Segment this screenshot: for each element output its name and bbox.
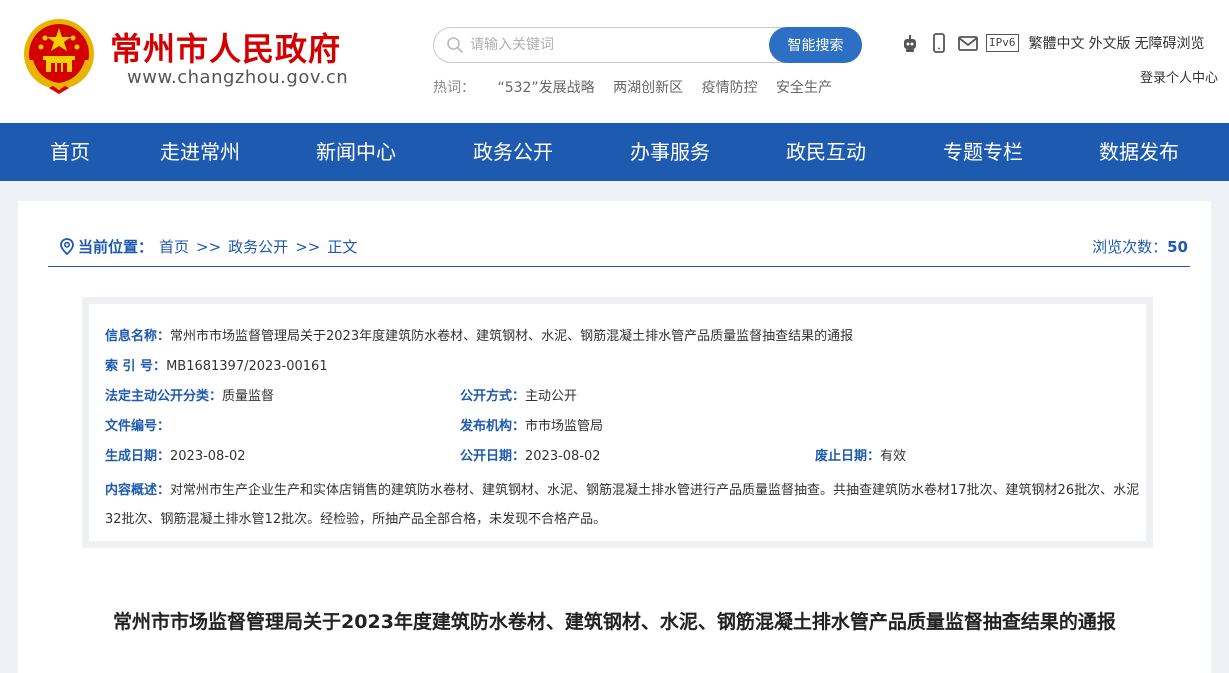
info-method-value: 主动公开 <box>525 389 578 404</box>
info-method-label: 公开方式： <box>460 389 526 404</box>
info-publisher-label: 发布机构： <box>460 419 526 434</box>
info-category-label: 法定主动公开分类： <box>105 389 223 404</box>
accessible-browse-link[interactable]: 无障碍浏览 <box>1135 33 1205 53</box>
info-published-row: 公开日期：2023-08-02 <box>460 445 601 464</box>
hotwords-label: 热词： <box>433 80 475 96</box>
nav-item-data[interactable]: 数据发布 <box>1089 123 1189 181</box>
info-publisher-row: 发布机构：市市场监管局 <box>460 415 603 434</box>
nav-item-news[interactable]: 新闻中心 <box>306 123 406 181</box>
hotword-link[interactable]: “532”发展战略 <box>497 80 594 96</box>
info-table: 信息名称：常州市市场监督管理局关于2023年度建筑防水卷材、建筑钢材、水泥、钢筋… <box>82 297 1153 548</box>
main-nav: 首页 走进常州 新闻中心 政务公开 办事服务 政民互动 专题专栏 数据发布 <box>0 123 1229 181</box>
info-summary-value: 对常州市生产企业生产和实体店销售的建筑防水卷材、建筑钢材、水泥、钢筋混凝土排水管… <box>105 483 1140 527</box>
site-title[interactable]: 常州市人民政府 <box>110 24 341 70</box>
content-panel: 当前位置： 首页 >> 政务公开 >> 正文 浏览次数：50 信息名称：常州市市… <box>18 201 1211 673</box>
foreign-version-link[interactable]: 外文版 <box>1089 33 1131 53</box>
hotword-link[interactable]: 疫情防控 <box>702 80 758 96</box>
info-index-label: 索 引 号： <box>105 359 167 374</box>
breadcrumb-label: 当前位置： <box>78 238 154 256</box>
info-published-value: 2023-08-02 <box>525 449 601 464</box>
smart-search-button[interactable]: 智能搜索 <box>769 27 862 63</box>
info-index-value: MB1681397/2023-00161 <box>166 359 328 374</box>
breadcrumb-gov-affairs[interactable]: 政务公开 <box>228 236 288 257</box>
national-emblem-icon[interactable] <box>21 16 97 96</box>
hotword-link[interactable]: 两湖创新区 <box>613 80 683 96</box>
view-count-label: 浏览次数： <box>1092 238 1168 256</box>
article-title: 常州市市场监督管理局关于2023年度建筑防水卷材、建筑钢材、水泥、钢筋混凝土排水… <box>113 611 1116 633</box>
nav-item-interaction[interactable]: 政民互动 <box>776 123 876 181</box>
info-name-label: 信息名称： <box>105 329 171 344</box>
info-method-row: 公开方式：主动公开 <box>460 385 577 404</box>
nav-item-gov-affairs[interactable]: 政务公开 <box>463 123 563 181</box>
info-created-label: 生成日期： <box>105 449 171 464</box>
breadcrumb-home[interactable]: 首页 <box>159 236 189 257</box>
ipv6-badge: IPv6 <box>986 34 1019 52</box>
info-created-row: 生成日期：2023-08-02 <box>105 445 246 464</box>
info-summary-label: 内容概述： <box>105 483 171 498</box>
search-box: 智能搜索 <box>433 27 862 63</box>
site-url: www.changzhou.gov.cn <box>127 67 349 88</box>
info-docno-label: 文件编号： <box>105 419 171 434</box>
info-name-row: 信息名称：常州市市场监督管理局关于2023年度建筑防水卷材、建筑钢材、水泥、钢筋… <box>105 325 853 344</box>
breadcrumb: 当前位置： 首页 >> 政务公开 >> 正文 <box>60 236 357 257</box>
search-icon <box>447 37 463 53</box>
site-header: 常州市人民政府 www.changzhou.gov.cn 智能搜索 热词： “5… <box>0 0 1229 123</box>
view-count-value: 50 <box>1167 238 1188 256</box>
breadcrumb-separator: >> <box>295 237 321 256</box>
nav-item-home[interactable]: 首页 <box>30 123 110 181</box>
nav-item-topics[interactable]: 专题专栏 <box>933 123 1033 181</box>
hotword-link[interactable]: 安全生产 <box>776 80 832 96</box>
info-published-label: 公开日期： <box>460 449 526 464</box>
info-created-value: 2023-08-02 <box>170 449 246 464</box>
mail-icon[interactable] <box>957 32 979 54</box>
breadcrumb-separator: >> <box>196 237 222 256</box>
header-tools: IPv6 繁體中文 外文版 无障碍浏览 <box>899 31 1205 55</box>
info-expiry-value: 有效 <box>880 449 907 464</box>
info-category-value: 质量监督 <box>222 389 275 404</box>
mobile-icon[interactable] <box>928 32 950 54</box>
traditional-chinese-link[interactable]: 繁體中文 <box>1029 33 1085 53</box>
login-link[interactable]: 登录个人中心 <box>1140 67 1218 86</box>
location-pin-icon <box>60 238 74 255</box>
breadcrumb-current[interactable]: 正文 <box>327 236 357 257</box>
nav-item-about[interactable]: 走进常州 <box>150 123 250 181</box>
info-name-value: 常州市市场监督管理局关于2023年度建筑防水卷材、建筑钢材、水泥、钢筋混凝土排水… <box>170 329 854 344</box>
info-expiry-label: 废止日期： <box>815 449 881 464</box>
breadcrumb-divider <box>48 266 1190 267</box>
info-category-row: 法定主动公开分类：质量监督 <box>105 385 274 404</box>
robot-icon[interactable] <box>899 32 921 54</box>
info-expiry-row: 废止日期：有效 <box>815 445 906 464</box>
info-summary: 内容概述：对常州市生产企业生产和实体店销售的建筑防水卷材、建筑钢材、水泥、钢筋混… <box>105 476 1140 534</box>
info-docno-row: 文件编号： <box>105 415 170 434</box>
nav-item-services[interactable]: 办事服务 <box>620 123 720 181</box>
view-count: 浏览次数：50 <box>1092 236 1188 257</box>
hotwords: 热词： “532”发展战略 两湖创新区 疫情防控 安全生产 <box>433 77 846 97</box>
info-publisher-value: 市市场监管局 <box>525 419 604 434</box>
info-index-row: 索 引 号：MB1681397/2023-00161 <box>105 355 328 374</box>
search-input[interactable] <box>470 33 760 57</box>
